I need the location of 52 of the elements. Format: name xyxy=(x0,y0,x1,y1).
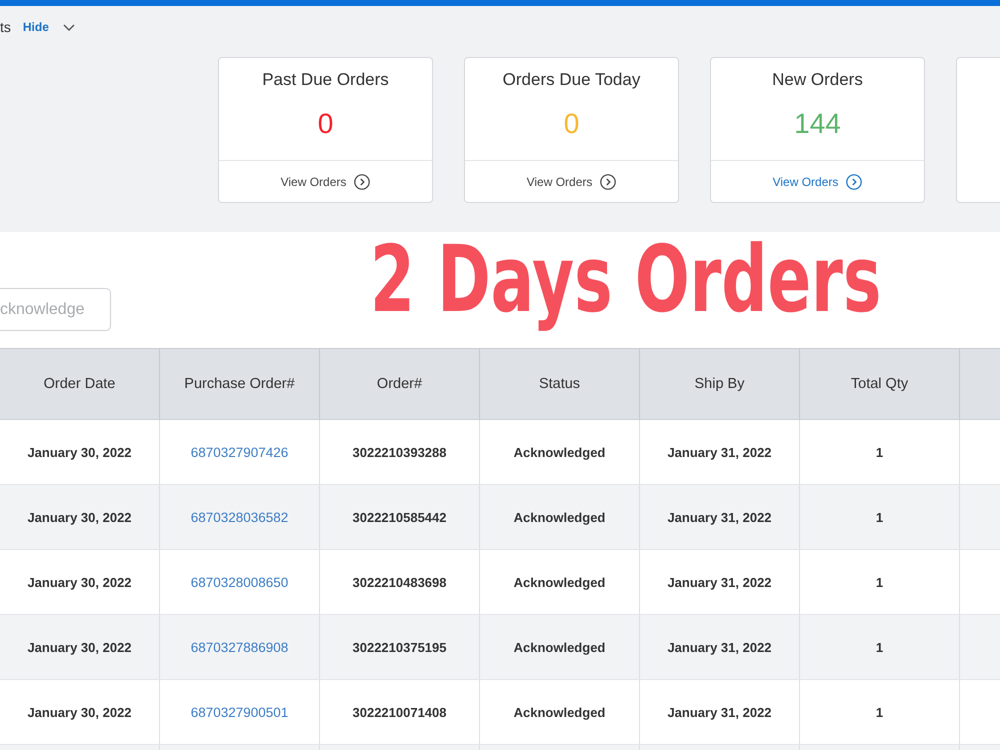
table-cell: 3022210393288 xyxy=(352,444,446,460)
table-cell: 3022210071408 xyxy=(352,704,446,720)
purchase-order-link[interactable]: 6870328008650 xyxy=(190,574,288,590)
table-cell: January 30, 2022 xyxy=(27,510,132,524)
table-cell: January 31, 2022 xyxy=(667,640,772,654)
purchase-order-link[interactable]: 6870327907426 xyxy=(190,444,288,460)
table-cell: January 30, 2022 xyxy=(27,444,132,460)
table-cell: 1 xyxy=(876,444,884,460)
table-cell: 1 xyxy=(876,574,884,590)
table-cell: 3022210585442 xyxy=(352,510,446,524)
table-cell: January 31, 2022 xyxy=(667,510,772,524)
card-title: Orders Due Today xyxy=(502,70,640,90)
table-cell: January 30, 2022 xyxy=(27,704,132,720)
chevron-circle-icon xyxy=(846,174,862,190)
table-cell: 3022210375195 xyxy=(352,640,446,654)
card-title: New Orders xyxy=(772,70,863,90)
table-cell: January 30, 2022 xyxy=(27,640,132,654)
chevron-circle-icon xyxy=(354,174,370,190)
table-cell: Acknowledged xyxy=(514,704,606,720)
card-count: 0 xyxy=(318,108,334,140)
annotation-text: 2 Days Orders xyxy=(370,229,882,330)
chevron-circle-icon xyxy=(600,174,616,190)
table-cell: January 30, 2022 xyxy=(27,574,132,590)
column-header[interactable]: Order Date xyxy=(0,349,159,419)
purchase-order-link[interactable]: 6870327900501 xyxy=(190,704,288,720)
table-cell: Acknowledged xyxy=(514,510,606,524)
caret-icon xyxy=(62,24,75,30)
view-orders-link[interactable]: View Orders xyxy=(772,174,862,190)
view-orders-link[interactable]: View Orders xyxy=(280,174,370,190)
table-cell: 1 xyxy=(876,704,884,720)
table-cell: January 31, 2022 xyxy=(667,444,772,460)
column-header[interactable]: Purchase Order# xyxy=(159,349,319,419)
table-cell: 1 xyxy=(876,510,884,524)
purchase-order-link[interactable]: 6870328036582 xyxy=(190,510,288,524)
card-count: 0 xyxy=(564,108,580,140)
column-header[interactable]: Order# xyxy=(319,349,479,419)
column-header[interactable]: Total Qty xyxy=(799,349,959,419)
column-header[interactable]: Ship By xyxy=(639,349,799,419)
section-title: ts xyxy=(0,19,11,35)
table-cell: 3022210483698 xyxy=(352,574,446,590)
table-cell: Acknowledged xyxy=(514,574,606,590)
table-cell: January 31, 2022 xyxy=(667,574,772,590)
table-cell: Acknowledged xyxy=(514,444,606,460)
column-header[interactable]: Status xyxy=(479,349,639,419)
card-title: Past Due Orders xyxy=(262,70,389,90)
purchase-order-link[interactable]: 6870327886908 xyxy=(190,640,288,654)
table-cell: 1 xyxy=(876,640,884,654)
table-cell: Acknowledged xyxy=(514,640,606,654)
table-cell: January 31, 2022 xyxy=(667,704,772,720)
card-count: 144 xyxy=(794,108,841,140)
hide-toggle[interactable]: Hide xyxy=(22,20,75,34)
view-orders-link[interactable]: View Orders xyxy=(526,174,616,190)
